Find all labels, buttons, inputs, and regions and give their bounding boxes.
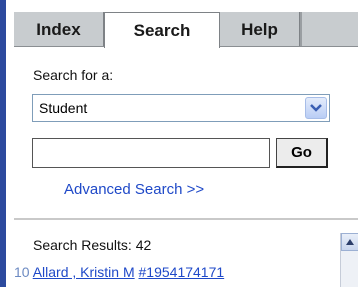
tab-help-label: Help [241,20,278,39]
search-for-label: Search for a: [33,67,114,83]
tab-index-label: Index [36,20,81,39]
result-id-link[interactable]: #1954174171 [139,264,225,280]
search-results-count: Search Results: 42 [33,237,152,253]
section-divider [14,218,358,220]
go-button[interactable]: Go [276,138,328,168]
tab-search-label: Search [133,21,191,40]
result-number: 10 [14,264,30,280]
tab-search[interactable]: Search [104,12,220,48]
tab-strip: Index Search Help [14,12,358,48]
search-type-select[interactable]: Student [32,94,330,122]
arrow-up-icon[interactable] [341,233,358,251]
results-scrollbar[interactable] [340,233,358,287]
advanced-search-link[interactable]: Advanced Search >> [64,181,204,198]
search-type-value: Student [39,100,88,116]
chevron-down-icon[interactable] [305,97,327,119]
left-accent-rail [0,0,6,287]
tab-index[interactable]: Index [14,12,104,46]
tab-help[interactable]: Help [220,12,300,46]
tab-strip-divider [300,12,302,46]
result-row: 10 Allard , Kristin M #1954174171 [14,264,224,280]
result-name-link[interactable]: Allard , Kristin M [33,264,135,280]
search-input[interactable] [32,138,270,168]
